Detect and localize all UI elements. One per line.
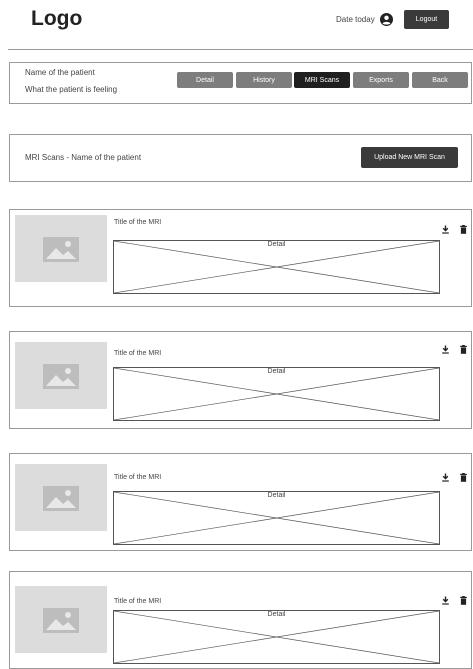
mri-detail-label: Detail [267, 611, 286, 618]
mri-detail-placeholder: Detail [113, 491, 440, 545]
patient-feeling: What the patient is feeling [25, 85, 118, 94]
mri-detail-placeholder: Detail [113, 240, 440, 294]
image-placeholder-icon [43, 486, 79, 511]
mri-detail-label: Detail [267, 241, 286, 248]
mri-card: Title of the MRI Detail [9, 209, 472, 307]
image-placeholder-icon [43, 364, 79, 389]
tab-mri-scans[interactable]: MRI Scans [294, 72, 350, 88]
mri-thumbnail[interactable] [15, 215, 107, 282]
mri-thumbnail[interactable] [15, 342, 107, 409]
header-divider [8, 49, 473, 50]
mri-detail-placeholder: Detail [113, 610, 440, 664]
mri-title: Title of the MRI [114, 350, 162, 357]
patient-name: Name of the patient [25, 68, 95, 77]
image-placeholder-icon [43, 237, 79, 262]
date-today: Date today [336, 15, 375, 24]
mri-title: Title of the MRI [114, 219, 162, 226]
download-icon[interactable] [441, 592, 450, 605]
download-icon[interactable] [441, 469, 450, 482]
mri-detail-label: Detail [267, 492, 286, 499]
mri-title: Title of the MRI [114, 474, 162, 481]
mri-thumbnail[interactable] [15, 586, 107, 653]
tab-detail[interactable]: Detail [177, 72, 233, 88]
mri-detail-label: Detail [267, 368, 286, 375]
user-circle-icon[interactable] [380, 13, 393, 26]
download-icon[interactable] [441, 341, 450, 354]
trash-icon[interactable] [460, 469, 467, 482]
tab-exports[interactable]: Exports [353, 72, 409, 88]
image-placeholder-icon [43, 608, 79, 633]
mri-thumbnail[interactable] [15, 464, 107, 531]
tab-back[interactable]: Back [412, 72, 468, 88]
tab-history[interactable]: History [236, 72, 292, 88]
mri-detail-placeholder: Detail [113, 367, 440, 421]
download-icon[interactable] [441, 221, 450, 234]
mri-card: Title of the MRI Detail [9, 453, 472, 551]
upload-mri-button[interactable]: Upload New MRI Scan [361, 147, 458, 168]
logout-button[interactable]: Logout [404, 10, 449, 29]
mri-scans-heading: MRI Scans - Name of the patient [25, 153, 142, 162]
trash-icon[interactable] [460, 341, 467, 354]
mri-card: Title of the MRI Detail [9, 331, 472, 429]
mri-title: Title of the MRI [114, 598, 162, 605]
mri-card: Title of the MRI Detail [9, 571, 472, 669]
trash-icon[interactable] [460, 221, 467, 234]
trash-icon[interactable] [460, 592, 467, 605]
logo: Logo [31, 7, 83, 30]
